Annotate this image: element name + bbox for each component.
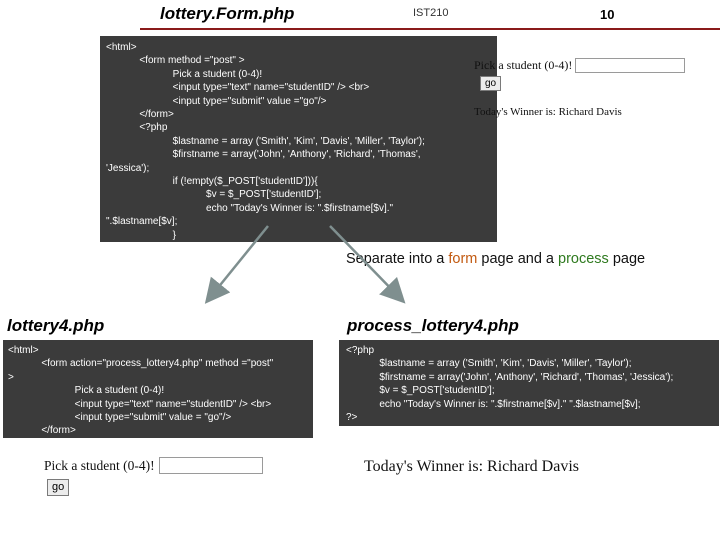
- arrow-to-process-page: [329, 225, 406, 304]
- process-winner-output: Today's Winner is: Richard Davis: [364, 458, 580, 475]
- process-file-title: process_lottery4.php: [347, 316, 519, 335]
- process-code-block: <?php $lastname = array ('Smith', 'Kim',…: [339, 340, 719, 426]
- form-student-id-input[interactable]: [158, 457, 263, 474]
- form-code-block: <html> <form action="process_lottery4.ph…: [3, 340, 313, 438]
- arrow-to-form-page: [204, 225, 269, 304]
- process-code-text: <?php $lastname = array ('Smith', 'Kim',…: [346, 345, 674, 424]
- form-go-button[interactable]: go: [47, 479, 70, 496]
- form-code-text: <html> <form action="process_lottery4.ph…: [8, 345, 274, 437]
- form-file-title: lottery4.php: [7, 316, 105, 335]
- form-prompt-label: Pick a student (0-4)!: [44, 457, 155, 473]
- form-page-preview: Pick a student (0-4)! go: [44, 457, 263, 496]
